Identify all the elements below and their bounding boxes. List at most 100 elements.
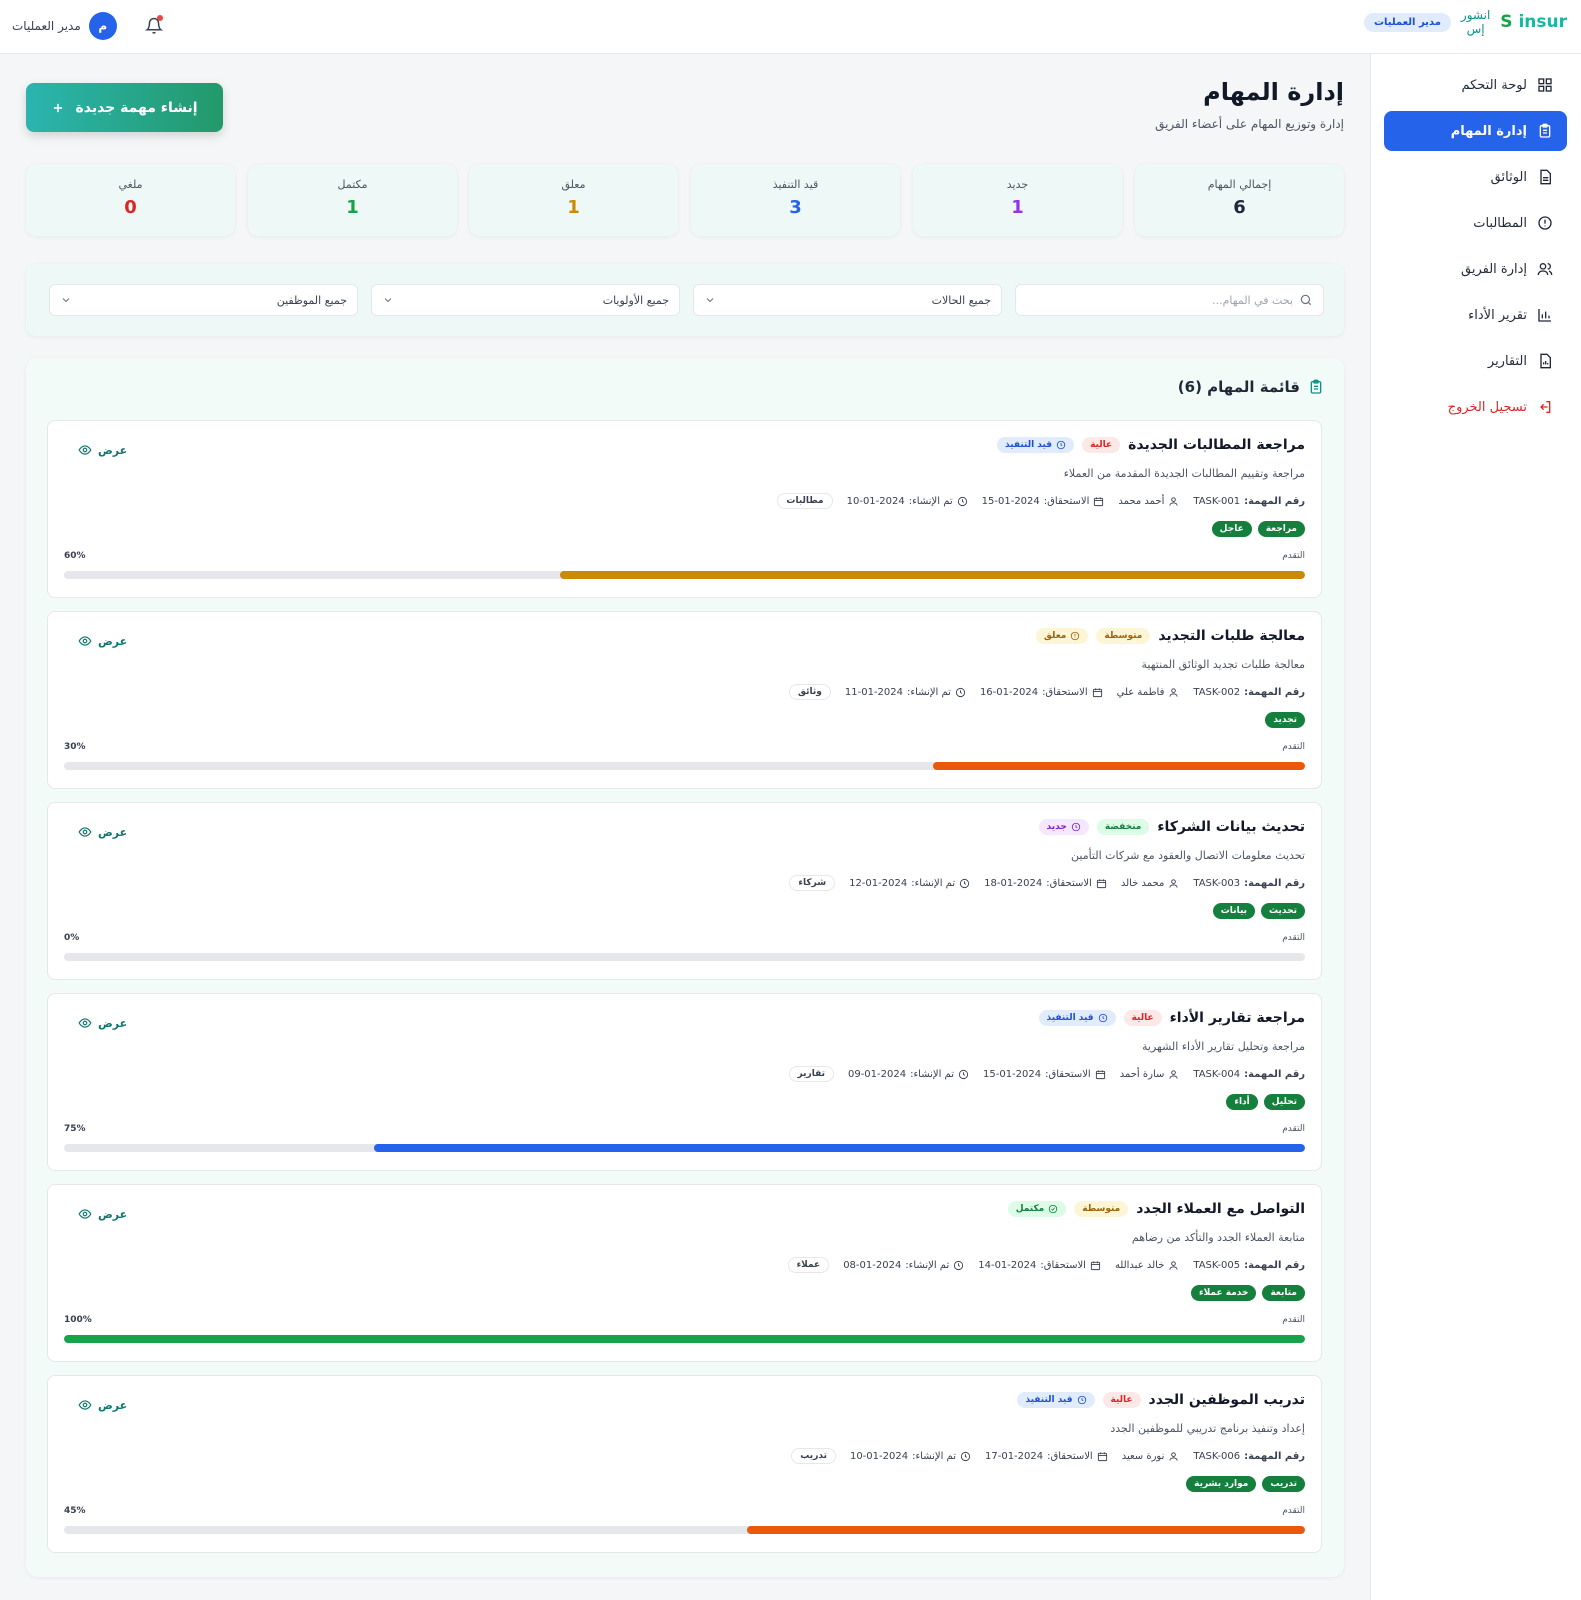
sidebar-item-label: إدارة المهام — [1450, 123, 1527, 139]
check-circle-icon — [1049, 1204, 1058, 1214]
create-task-label: إنشاء مهمة جديدة — [75, 99, 198, 116]
progress-label: التقدم — [1282, 933, 1305, 943]
priority-badge: عالية — [1082, 437, 1121, 453]
sidebar-item-tasks[interactable]: إدارة المهام — [1384, 111, 1567, 151]
task-id-label: رقم المهمة: — [1244, 1450, 1305, 1462]
calendar-icon — [1090, 1260, 1101, 1270]
sidebar-item-team[interactable]: إدارة الفريق — [1384, 249, 1567, 289]
sidebar-item-label: الوثائق — [1490, 169, 1527, 185]
task-header: تدريب الموظفين الجدد عالية قيد التنفيذ — [1017, 1392, 1305, 1408]
clock-icon — [957, 496, 967, 506]
sidebar-item-dashboard[interactable]: لوحة التحكم — [1384, 65, 1567, 105]
user-name: مدير العمليات — [12, 19, 81, 33]
task-description: تحديث معلومات الاتصال والعقود مع شركات ا… — [1071, 849, 1305, 862]
due-value: 18-01-2024 — [984, 877, 1043, 889]
clock-icon — [960, 878, 970, 888]
view-task-button[interactable]: عرض — [78, 825, 127, 839]
task-assignee: فاطمة علي — [1117, 687, 1180, 698]
user-icon — [1169, 878, 1178, 888]
task-created: تم الإنشاء: 10-01-2024 — [847, 496, 968, 507]
view-task-button[interactable]: عرض — [78, 1398, 127, 1412]
progress-percent: 75% — [64, 1124, 86, 1134]
plus-icon — [54, 103, 63, 112]
avatar[interactable]: م — [88, 12, 117, 40]
task-tag: بيانات — [1212, 903, 1256, 919]
task-created: تم الإنشاء: 10-01-2024 — [850, 1451, 971, 1462]
stat-label: قيد التنفيذ — [772, 178, 819, 191]
task-id-value: TASK-005 — [1193, 1259, 1241, 1271]
view-task-button[interactable]: عرض — [78, 1207, 127, 1221]
sidebar-item-label: تقرير الأداء — [1468, 307, 1527, 323]
due-label: الاستحقاق: — [1046, 877, 1092, 889]
task-description: مراجعة وتقييم المطالبات الجديدة المقدمة … — [1063, 467, 1305, 480]
assignee-name: خالد عبدالله — [1114, 1259, 1165, 1271]
bell-icon[interactable] — [143, 15, 165, 37]
sidebar-item-performance[interactable]: تقرير الأداء — [1384, 295, 1567, 335]
task-id: رقم المهمة: TASK-005 — [1193, 1260, 1305, 1271]
stat-in-progress: قيد التنفيذ 3 — [691, 164, 900, 236]
document-icon — [1540, 169, 1551, 185]
task-tag: تدريب — [1262, 1476, 1305, 1492]
task-card[interactable]: تحديث بيانات الشركاء منخفضة جديد تحديث م… — [47, 802, 1322, 980]
task-id: رقم المهمة: TASK-002 — [1193, 687, 1305, 698]
eye-icon — [78, 445, 92, 455]
task-card[interactable]: تدريب الموظفين الجدد عالية قيد التنفيذ إ… — [47, 1375, 1322, 1553]
status-badge: معلق — [1035, 628, 1089, 644]
created-label: تم الإنشاء: — [912, 1450, 956, 1462]
progress-percent: 45% — [64, 1506, 86, 1516]
progress-label: التقدم — [1282, 1124, 1305, 1134]
task-card[interactable]: التواصل مع العملاء الجدد متوسطة مكتمل مت… — [47, 1184, 1322, 1362]
view-label: عرض — [98, 443, 128, 457]
status-badge-label: معلق — [1043, 631, 1067, 641]
task-tag: أداء — [1226, 1094, 1258, 1110]
priority-filter-select[interactable]: جميع الأولويات — [371, 284, 680, 316]
stat-value: 1 — [1011, 197, 1024, 218]
stat-label: جديد — [1006, 178, 1029, 191]
create-task-button[interactable]: إنشاء مهمة جديدة — [26, 83, 223, 132]
clock-icon — [954, 1260, 964, 1270]
stat-new: جديد 1 — [913, 164, 1122, 236]
sidebar-item-logout[interactable]: تسجيل الخروج — [1384, 387, 1567, 427]
task-card[interactable]: مراجعة المطالبات الجديدة عالية قيد التنف… — [47, 420, 1322, 598]
progress-bar — [64, 571, 1305, 579]
created-label: تم الإنشاء: — [907, 686, 951, 698]
brand[interactable]: S insur انشور إس مدير العمليات — [1363, 8, 1567, 36]
view-task-button[interactable]: عرض — [78, 1016, 127, 1030]
due-label: الاستحقاق: — [1045, 1068, 1091, 1080]
status-badge-label: جديد — [1046, 822, 1067, 832]
progress-label: التقدم — [1282, 1315, 1305, 1325]
clock-icon — [955, 687, 966, 697]
sidebar-item-claims[interactable]: المطالبات — [1384, 203, 1567, 243]
created-label: تم الإنشاء: — [905, 1259, 950, 1271]
assignee-name: سارة أحمد — [1119, 1068, 1165, 1080]
status-filter-select[interactable]: جميع الحالات — [693, 284, 1002, 316]
brand-logo: S insur — [1500, 12, 1567, 32]
view-task-button[interactable]: عرض — [78, 443, 127, 457]
progress-label: التقدم — [1282, 1506, 1305, 1516]
search-input[interactable]: بحث في المهام... — [1015, 284, 1324, 316]
stat-value: 1 — [346, 197, 359, 218]
priority-filter-value: جميع الأولويات — [602, 293, 669, 307]
top-bar: S insur انشور إس مدير العمليات مدير العمل… — [0, 0, 1581, 54]
task-card[interactable]: مراجعة تقارير الأداء عالية قيد التنفيذ م… — [47, 993, 1322, 1171]
priority-badge: منخفضة — [1096, 819, 1150, 835]
status-filter-value: جميع الحالات — [931, 293, 991, 307]
task-meta: رقم المهمة: TASK-004 سارة أحمد الاستحقاق:… — [788, 1066, 1305, 1082]
view-task-button[interactable]: عرض — [78, 634, 127, 648]
task-title: مراجعة تقارير الأداء — [1169, 1010, 1305, 1026]
stat-label: إجمالي المهام — [1207, 178, 1272, 191]
eye-icon — [78, 1018, 92, 1028]
user-icon — [1169, 496, 1178, 506]
due-label: الاستحقاق: — [1043, 495, 1090, 507]
stat-value: 1 — [567, 197, 580, 218]
task-tags: تحليل أداء — [1226, 1094, 1305, 1110]
view-label: عرض — [98, 1016, 128, 1030]
created-value: 09-01-2024 — [847, 1068, 907, 1080]
task-card[interactable]: معالجة طلبات التجديد متوسطة معلق معالجة … — [47, 611, 1322, 789]
task-header: معالجة طلبات التجديد متوسطة معلق — [1035, 628, 1305, 644]
sidebar-item-reports[interactable]: التقارير — [1384, 341, 1567, 381]
employee-filter-select[interactable]: جميع الموظفين — [49, 284, 358, 316]
sidebar-item-documents[interactable]: الوثائق — [1384, 157, 1567, 197]
category-badge: تدريب — [791, 1448, 836, 1464]
progress-bar — [64, 1144, 1305, 1152]
